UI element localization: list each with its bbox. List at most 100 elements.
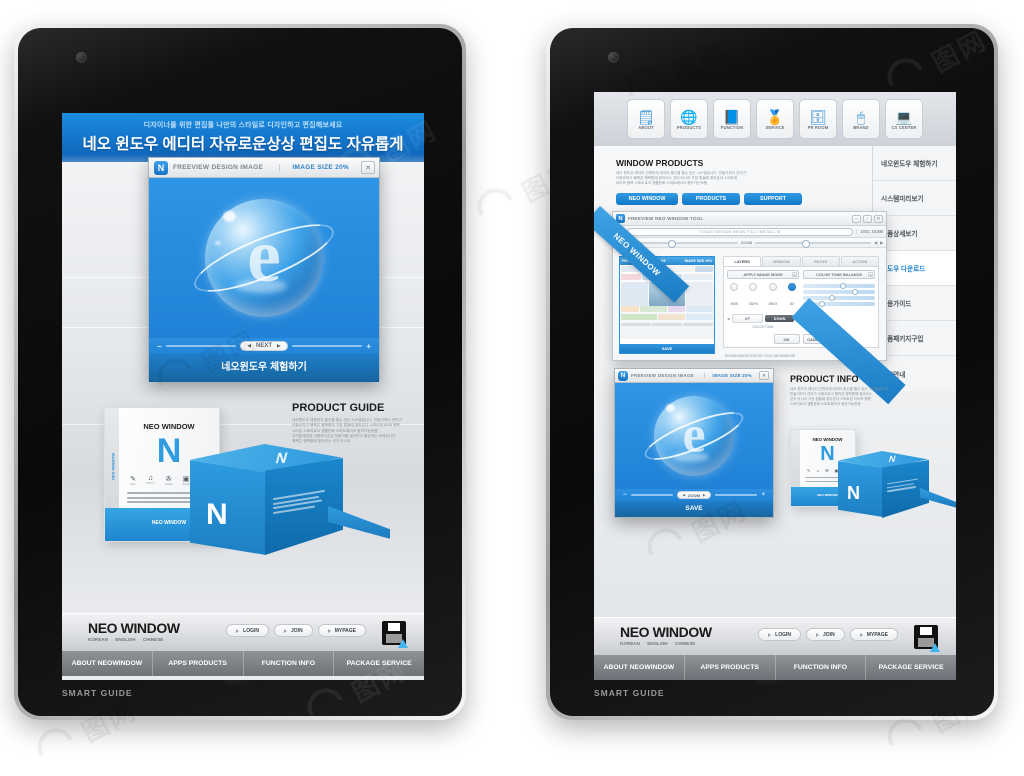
radio-cmyk[interactable]: CMYK — [749, 283, 758, 310]
preview-save-button[interactable]: SAVE — [620, 344, 714, 353]
panel-tab-window[interactable]: WINDOW — [762, 256, 801, 266]
preview-dialog[interactable]: N FREEVIEW DESIGN IMAGE IMAGE SIZE 20% ✕… — [614, 368, 774, 518]
iconbtn-brand[interactable]: 🖱 BRAND — [842, 99, 880, 139]
radio-3d[interactable]: 3D — [787, 283, 796, 310]
step-left-icon[interactable]: ◀ — [874, 240, 877, 245]
iconbtn-products[interactable]: 🌐 PRODUCTS — [670, 99, 708, 139]
stepper-icon[interactable]: ⇅ — [868, 272, 873, 277]
iconbtn-service[interactable]: 🏅 SERVICE — [756, 99, 794, 139]
stepper-icon[interactable]: ⇅ — [792, 272, 797, 277]
stepper-left-icon[interactable]: ◀ — [727, 317, 730, 321]
preview-dialog[interactable]: N FREEVIEW DESIGN IMAGE IMAGE SIZE 20% ✕… — [148, 157, 380, 382]
zoom-control[interactable]: ◀ ZOOM ▶ — [676, 491, 712, 499]
maximize-icon[interactable]: ▫ — [863, 214, 872, 223]
tool-slider-right[interactable] — [755, 239, 872, 248]
nav-package-service[interactable]: PACKAGE SERVICE — [333, 651, 424, 676]
globe-icon: 🌐 — [680, 108, 698, 125]
step-right-icon[interactable]: ▶ — [880, 240, 883, 245]
url-input[interactable]: TODAY DESIGN NEON TOLL INSTALL M — [627, 227, 853, 236]
next-control[interactable]: ◀ NEXT ▶ — [239, 341, 289, 351]
zoom-in-label[interactable]: + — [366, 342, 371, 351]
radio-gray[interactable]: GRAY — [768, 283, 777, 310]
join-button[interactable]: JOIN — [806, 628, 845, 641]
main-navigation[interactable]: ABOUT NEOWINDOW APPS PRODUCTS FUNCTION I… — [594, 655, 956, 680]
floppy-disk-icon[interactable] — [914, 625, 940, 652]
lang-korean[interactable]: KOREAN — [88, 637, 108, 642]
mypage-button[interactable]: MYPAGE — [849, 628, 898, 641]
login-button[interactable]: LOGIN — [758, 628, 802, 641]
lang-chinese[interactable]: CHINESE — [143, 637, 163, 642]
next-arrow-icon[interactable]: ▶ — [277, 343, 280, 349]
close-icon[interactable]: ✕ — [361, 161, 375, 174]
dialog-zoom-slider[interactable]: − ◀ ZOOM ▶ + — [615, 489, 773, 501]
zoom-out-label[interactable]: − — [157, 342, 162, 351]
stepper-up-button[interactable]: UP — [731, 314, 763, 323]
next-arrow-icon[interactable]: ▶ — [703, 493, 705, 497]
icon-caption: LAYER — [164, 483, 173, 486]
nav-package-service[interactable]: PACKAGE SERVICE — [865, 655, 956, 680]
panel-tabs[interactable]: LAYERS WINDOW PATHS ACTION — [723, 256, 879, 266]
slider-rail-left[interactable] — [630, 494, 673, 496]
iconbtn-label: SERVICE — [765, 124, 785, 130]
close-icon[interactable]: ✕ — [759, 371, 769, 380]
tab-support[interactable]: SUPPORT — [744, 192, 802, 205]
slider-rail-right[interactable] — [292, 345, 363, 347]
icon-nav-bar[interactable]: 🗒 ABOUT 🌐 PRODUCTS 📘 FUNCTION 🏅 SERVICE … — [594, 92, 956, 146]
nav-apps-products[interactable]: APPS PRODUCTS — [151, 651, 243, 676]
sidemenu-item-experience[interactable]: 네오윈도우 체험하기 — [873, 146, 956, 181]
product-info: PRODUCT INFO 네오 윈도우 에디터 간편하게 데이터 통신을 할수 … — [790, 374, 940, 407]
editor-control-panel[interactable]: LAYERS WINDOW PATHS ACTION APPLY IMAGE M… — [723, 256, 879, 348]
radio-rgb[interactable]: RGB — [730, 283, 739, 310]
footer-languages[interactable]: KOREAN ENGLISH CHINESE — [620, 641, 701, 646]
ok-button[interactable]: OK — [773, 334, 800, 344]
close-icon[interactable]: ✕ — [874, 214, 883, 223]
slider-rail-right[interactable] — [715, 494, 758, 496]
section-tabs[interactable]: NEO WINDOW PRODUCTS SUPPORT — [616, 192, 886, 205]
apply-image-mode-select[interactable]: APPLY IMAGE MODE ⇅ — [727, 270, 799, 279]
nav-function-info[interactable]: FUNCTION INFO — [242, 651, 334, 676]
white-box-title: NEO WINDOW — [143, 422, 195, 431]
dialog-cta-button[interactable]: 네오윈도우 체험하기 — [149, 354, 379, 382]
stepper-down-button[interactable]: DOWN — [765, 315, 795, 322]
editor-toolbar[interactable]: ⠿ ZOOM ◀ ▶ — [613, 238, 886, 248]
floppy-disk-icon[interactable] — [382, 621, 408, 648]
login-button[interactable]: LOGIN — [226, 624, 270, 637]
dialog-zoom-slider[interactable]: − ◀ NEXT ▶ + — [149, 338, 379, 354]
lang-korean[interactable]: KOREAN — [620, 641, 640, 646]
radio-dot[interactable] — [768, 283, 777, 291]
panel-tab-action[interactable]: ACTION — [840, 256, 879, 266]
editor-addressbar[interactable]: TODAY DESIGN NEON TOLL INSTALL M DOC 10.… — [613, 226, 886, 238]
footer-languages[interactable]: KOREAN ENGLISH CHINESE — [88, 637, 169, 642]
iconbtn-function[interactable]: 📘 FUNCTION — [713, 99, 751, 139]
slider-rail-left[interactable] — [165, 345, 236, 347]
nav-function-info[interactable]: FUNCTION INFO — [774, 655, 866, 680]
lang-chinese[interactable]: CHINESE — [675, 641, 695, 646]
color-tone-balance-select[interactable]: COLOR TONE BALANCE ⇅ — [803, 270, 875, 279]
nav-about-neowindow[interactable]: ABOUT NEOWINDOW — [594, 655, 684, 680]
lang-english[interactable]: ENGLISH — [647, 641, 667, 646]
window-controls[interactable]: − ▫ ✕ — [852, 214, 883, 223]
iconbtn-about[interactable]: 🗒 ABOUT — [627, 99, 665, 139]
prev-arrow-icon[interactable]: ◀ — [248, 343, 251, 349]
join-button[interactable]: JOIN — [274, 624, 313, 637]
radio-dot[interactable] — [749, 283, 758, 291]
main-navigation[interactable]: ABOUT NEOWINDOW APPS PRODUCTS FUNCTION I… — [62, 651, 424, 676]
nav-apps-products[interactable]: APPS PRODUCTS — [683, 655, 775, 680]
lang-english[interactable]: ENGLISH — [115, 637, 135, 642]
iconbtn-cscenter[interactable]: 💻 CS CENTER — [885, 99, 923, 139]
iconbtn-prroom[interactable]: 🗄 PR ROOM — [799, 99, 837, 139]
minimize-icon[interactable]: − — [852, 214, 861, 223]
panel-tab-layers[interactable]: LAYERS — [723, 256, 762, 266]
panel-tab-paths[interactable]: PATHS — [801, 256, 840, 266]
prev-arrow-icon[interactable]: ◀ — [683, 493, 685, 497]
dialog-save-button[interactable]: SAVE — [615, 501, 773, 517]
zoom-in-label[interactable]: + — [761, 492, 765, 498]
radio-dot[interactable] — [730, 283, 739, 291]
color-mode-radios[interactable]: RGB CMYK GRAY 3D — [727, 283, 799, 310]
nav-about-neowindow[interactable]: ABOUT NEOWINDOW — [62, 651, 152, 676]
zoom-out-label[interactable]: − — [623, 492, 627, 498]
tab-products[interactable]: PRODUCTS — [682, 192, 740, 205]
radio-dot[interactable] — [787, 283, 796, 291]
tab-neo-window[interactable]: NEO WINDOW — [616, 192, 678, 205]
mypage-button[interactable]: MYPAGE — [317, 624, 366, 637]
